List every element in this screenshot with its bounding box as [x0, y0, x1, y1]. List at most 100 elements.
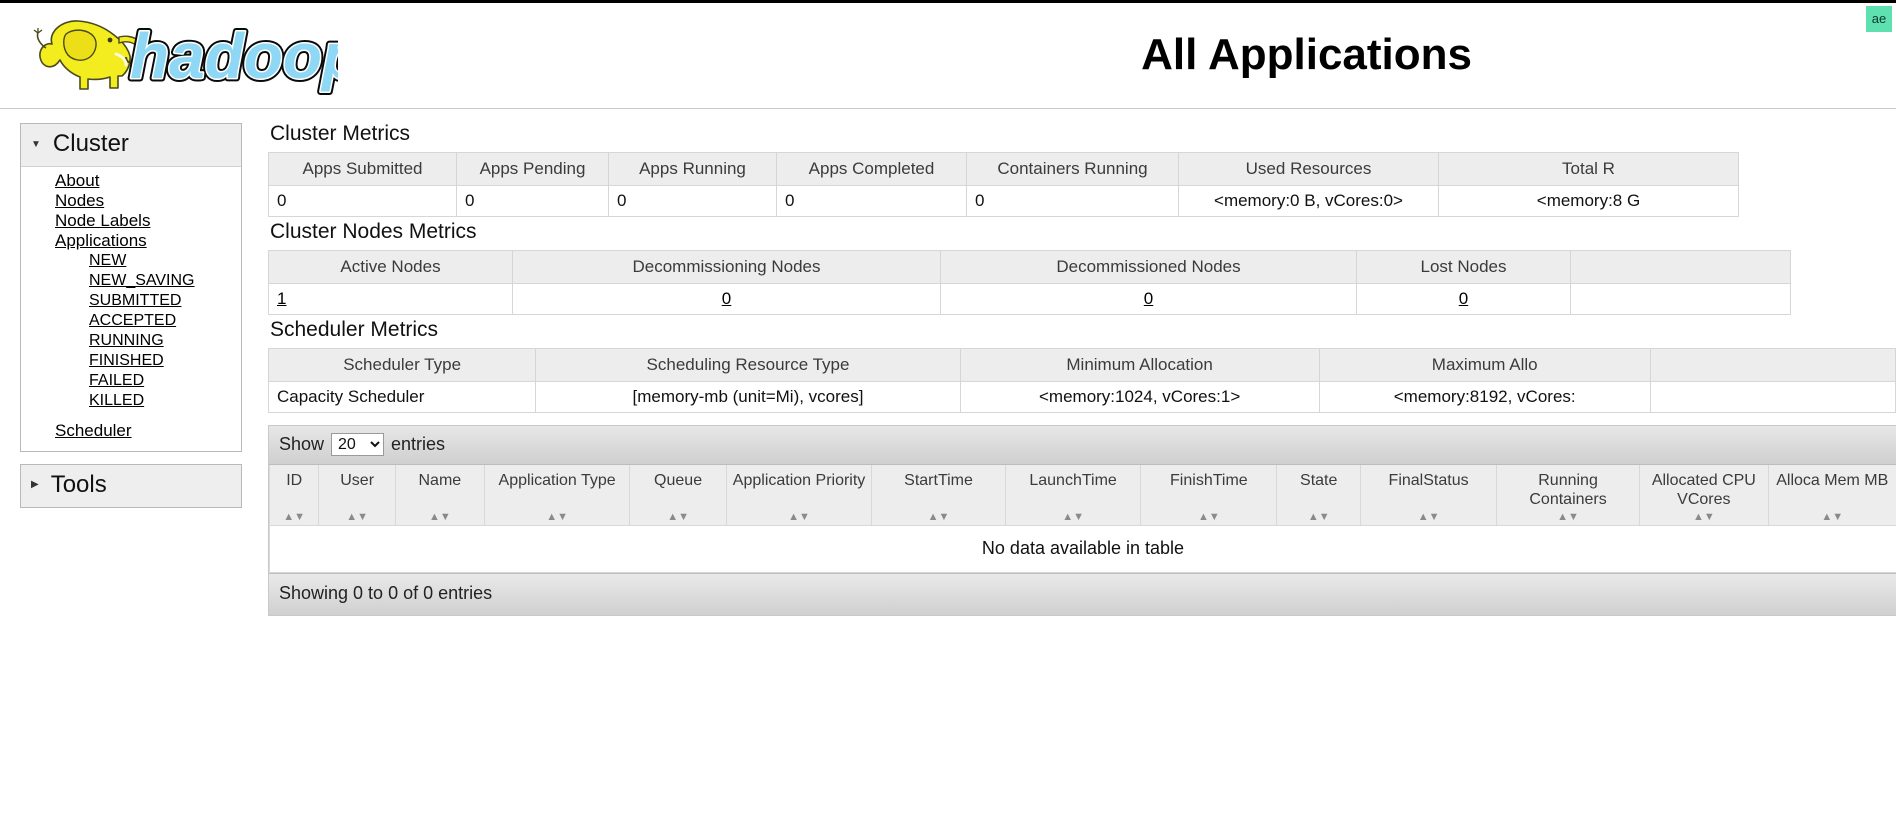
sort-both-icon: ▲▼: [1307, 511, 1330, 523]
cluster-nodes-metrics-table: Active Nodes Decommissioning Nodes Decom…: [268, 250, 1791, 315]
col-starttime-label: StartTime: [904, 472, 973, 489]
col-application-priority-label: Application Priority: [732, 472, 866, 489]
table-row: 0 0 0 0 0 <memory:0 B, vCores:0> <memory…: [268, 185, 1739, 217]
show-label: Show: [279, 434, 325, 454]
col-running-containers[interactable]: Running Containers ▲▼: [1495, 465, 1641, 526]
col-user-label: User: [340, 472, 375, 489]
sidebar-item-app-state-new[interactable]: NEW: [21, 251, 241, 271]
sort-both-icon: ▲▼: [1557, 511, 1579, 523]
col-finishtime-label: FinishTime: [1170, 472, 1248, 489]
sidebar-item-app-state-new-saving[interactable]: NEW_SAVING: [21, 271, 241, 291]
col-launchtime-label: LaunchTime: [1029, 472, 1117, 489]
col-queue[interactable]: Queue ▲▼: [629, 465, 727, 526]
sidebar: ▼ Cluster About Nodes Node Labels Applic…: [20, 123, 242, 520]
sort-both-icon: ▲▼: [428, 511, 451, 523]
sort-both-icon: ▲▼: [1417, 511, 1440, 523]
sidebar-item-app-state-accepted[interactable]: ACCEPTED: [21, 311, 241, 331]
col-apps-submitted: Apps Submitted: [268, 152, 457, 186]
sort-both-icon: ▲▼: [1197, 511, 1220, 523]
sidebar-tools-label: Tools: [50, 471, 107, 498]
sidebar-item-app-state-finished[interactable]: FINISHED: [21, 351, 241, 371]
cell-used-resources: <memory:0 B, vCores:0>: [1178, 185, 1439, 217]
applications-table-block: Show 20 40 60 80 100 entries: [268, 425, 1896, 616]
applications-empty-message: No data available in table: [269, 526, 1896, 573]
col-state-label: State: [1300, 472, 1338, 489]
col-starttime[interactable]: StartTime ▲▼: [871, 465, 1006, 526]
col-used-resources: Used Resources: [1178, 152, 1439, 186]
col-allocated-memory-mb[interactable]: Alloca Mem MB ▲▼: [1767, 465, 1896, 526]
decommissioned-nodes-link[interactable]: 0: [1144, 289, 1153, 308]
sidebar-item-app-state-submitted[interactable]: SUBMITTED: [21, 291, 241, 311]
col-unhealthy-nodes: [1570, 250, 1791, 284]
sidebar-item-node-labels[interactable]: Node Labels: [21, 211, 241, 231]
cluster-metrics-title: Cluster Metrics: [270, 122, 411, 145]
sidebar-cluster-header[interactable]: ▼ Cluster: [21, 124, 241, 167]
cell-scheduler-type: Capacity Scheduler: [268, 381, 537, 413]
col-active-nodes: Active Nodes: [268, 250, 513, 284]
col-queue-label: Queue: [654, 472, 703, 489]
sidebar-item-app-state-running[interactable]: RUNNING: [21, 331, 241, 351]
hadoop-elephant-icon: hadoop hadoop hadoop: [33, 17, 338, 96]
applications-length-bar: Show 20 40 60 80 100 entries: [269, 426, 1896, 465]
col-launchtime[interactable]: LaunchTime ▲▼: [1004, 465, 1142, 526]
col-apps-pending: Apps Pending: [456, 152, 609, 186]
col-finalstatus[interactable]: FinalStatus ▲▼: [1360, 465, 1497, 526]
scheduler-metrics-table: Scheduler Type Scheduling Resource Type …: [268, 348, 1896, 413]
col-finishtime[interactable]: FinishTime ▲▼: [1140, 465, 1278, 526]
col-application-type-label: Application Type: [498, 472, 616, 489]
col-allocated-cpu-vcores[interactable]: Allocated CPU VCores ▲▼: [1639, 465, 1769, 526]
entries-per-page-select[interactable]: 20 40 60 80 100: [331, 433, 385, 456]
col-application-priority[interactable]: Application Priority ▲▼: [725, 465, 873, 526]
sidebar-item-applications[interactable]: Applications: [21, 231, 241, 251]
cell-minimum-allocation: <memory:1024, vCores:1>: [959, 381, 1320, 413]
col-maximum-allocation: Maximum Allo: [1318, 348, 1651, 382]
page-header: hadoop hadoop hadoop All Applications ae: [0, 0, 1896, 109]
hadoop-logo[interactable]: hadoop hadoop hadoop: [18, 4, 338, 100]
col-finalstatus-label: FinalStatus: [1388, 472, 1469, 489]
col-id-label: ID: [286, 472, 303, 489]
col-apps-completed: Apps Completed: [776, 152, 967, 186]
triangle-right-icon: ▶: [31, 479, 39, 490]
table-header-row: Scheduler Type Scheduling Resource Type …: [268, 348, 1896, 382]
cell-scheduling-resource-type: [memory-mb (unit=Mi), vcores]: [535, 381, 961, 413]
lost-nodes-link[interactable]: 0: [1459, 289, 1468, 308]
main-content: Cluster Metrics Apps Submitted Apps Pend…: [268, 119, 1896, 824]
sidebar-cluster-body: About Nodes Node Labels Applications NEW…: [21, 167, 241, 451]
sort-both-icon: ▲▼: [1692, 511, 1715, 523]
scheduler-metrics-title: Scheduler Metrics: [270, 318, 439, 341]
col-application-type[interactable]: Application Type ▲▼: [483, 465, 631, 526]
cell-maximum-cluster-priority: [1649, 381, 1896, 413]
cluster-metrics-table: Apps Submitted Apps Pending Apps Running…: [268, 152, 1739, 217]
col-state[interactable]: State ▲▼: [1276, 465, 1362, 526]
cell-active-nodes: 1: [268, 283, 513, 315]
col-containers-running: Containers Running: [966, 152, 1179, 186]
sidebar-item-nodes[interactable]: Nodes: [21, 191, 241, 211]
sort-both-icon: ▲▼: [1821, 511, 1844, 523]
sidebar-tools-header[interactable]: ▶ Tools: [21, 465, 241, 507]
active-nodes-link[interactable]: 1: [277, 289, 286, 308]
sort-both-icon: ▲▼: [788, 511, 810, 523]
cell-decommissioning-nodes: 0: [512, 283, 941, 315]
browser-extension-badge[interactable]: ae: [1866, 6, 1892, 32]
col-lost-nodes: Lost Nodes: [1356, 250, 1571, 284]
cell-total-resources: <memory:8 G: [1438, 185, 1739, 217]
cell-unhealthy-nodes: [1570, 283, 1791, 315]
cell-apps-submitted: 0: [268, 185, 457, 217]
sidebar-item-about[interactable]: About: [21, 171, 241, 191]
col-total-resources: Total R: [1438, 152, 1739, 186]
col-name[interactable]: Name ▲▼: [394, 465, 485, 526]
sidebar-item-app-state-failed[interactable]: FAILED: [21, 371, 241, 391]
sidebar-item-app-state-killed[interactable]: KILLED: [21, 391, 241, 411]
col-user[interactable]: User ▲▼: [318, 465, 396, 526]
decommissioning-nodes-link[interactable]: 0: [722, 289, 731, 308]
sidebar-item-scheduler[interactable]: Scheduler: [21, 421, 241, 441]
sort-both-icon: ▲▼: [346, 511, 369, 523]
sort-both-icon: ▲▼: [546, 511, 568, 523]
triangle-down-icon: ▼: [31, 139, 41, 150]
col-apps-running: Apps Running: [608, 152, 777, 186]
col-minimum-allocation: Minimum Allocation: [959, 348, 1320, 382]
cell-apps-pending: 0: [456, 185, 609, 217]
col-id[interactable]: ID ▲▼: [268, 465, 320, 526]
table-header-row: Apps Submitted Apps Pending Apps Running…: [268, 152, 1739, 186]
